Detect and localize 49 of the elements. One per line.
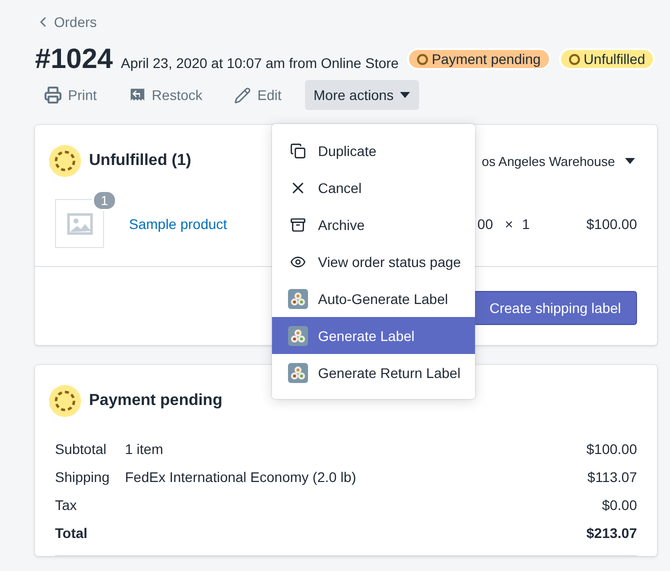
action-button[interactable]: Edit: [225, 80, 290, 110]
caret-icon: [400, 92, 410, 98]
incomplete-circle-icon: [49, 385, 81, 417]
status-badge: Payment pending: [406, 48, 551, 70]
summary-amount: $213.07: [586, 525, 637, 541]
summary-detail: 1 item: [125, 441, 164, 457]
copy-icon: [290, 142, 306, 158]
status-badge: Unfulfilled: [558, 48, 656, 70]
summary-detail: FedEx International Economy (2.0 lb): [125, 469, 358, 485]
printer-icon: [44, 86, 62, 104]
app-icon: [288, 288, 308, 308]
summary-label: Subtotal: [55, 441, 108, 457]
menu-item[interactable]: Generate Return Label: [272, 354, 475, 391]
location-dropdown[interactable]: os Angeles Warehouse: [482, 154, 635, 168]
line-total: $100.00: [585, 216, 637, 232]
pencil-icon: [234, 86, 252, 104]
quantity-badge: 1: [92, 190, 117, 211]
menu-item[interactable]: View order status page: [272, 243, 475, 280]
summary-amount: $100.00: [586, 441, 637, 457]
menu-item[interactable]: Generate Label: [272, 317, 475, 354]
unit-price: 00: [477, 216, 493, 232]
archive-icon: [290, 216, 306, 232]
menu-item[interactable]: Auto-Generate Label: [272, 280, 475, 317]
card-title: Unfulfilled (1): [89, 152, 192, 170]
incomplete-circle-icon: [49, 145, 81, 177]
summary-label: Shipping: [55, 469, 110, 485]
menu-item[interactable]: Duplicate: [272, 132, 475, 169]
menu-item[interactable]: Archive: [272, 206, 475, 243]
more-actions-button[interactable]: More actions: [304, 80, 419, 110]
card-title: Payment pending: [89, 392, 222, 410]
eye-icon: [290, 254, 306, 270]
summary-label: Total: [55, 525, 88, 541]
caret-icon: [625, 158, 635, 164]
summary-amount: $113.07: [587, 469, 637, 485]
action-button[interactable]: Print: [35, 79, 106, 111]
app-icon: [288, 362, 308, 382]
quantity: 1: [522, 216, 530, 232]
action-button[interactable]: Restock: [120, 80, 212, 110]
image-icon: [66, 210, 92, 236]
order-date: April 23, 2020 at 10:07 am from Online Store: [120, 55, 399, 71]
times-sign: ×: [504, 216, 514, 232]
app-icon: [288, 326, 308, 346]
order-number: #1024: [35, 43, 113, 75]
summary-amount: $0.00: [602, 497, 637, 513]
menu-item[interactable]: Cancel: [272, 169, 475, 206]
create-shipping-label-button[interactable]: Create shipping label: [473, 291, 637, 325]
back-link[interactable]: Orders: [35, 14, 97, 30]
summary-label: Tax: [55, 497, 78, 513]
restock-icon: [128, 86, 146, 104]
